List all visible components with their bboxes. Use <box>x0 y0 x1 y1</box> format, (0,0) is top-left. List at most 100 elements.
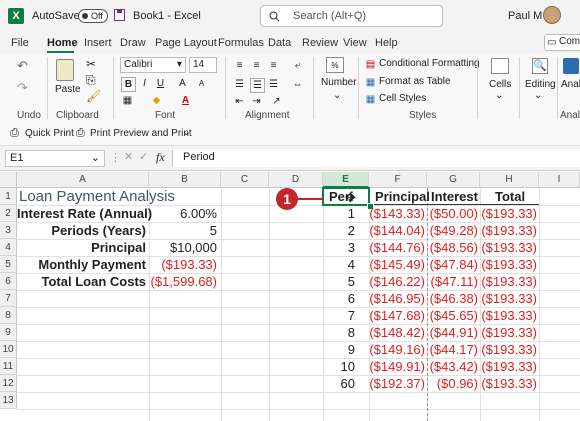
increase-indent-icon[interactable]: ⇥ <box>250 95 263 108</box>
redo-icon[interactable]: ↷ <box>17 80 28 96</box>
column-header-g[interactable]: G <box>427 172 480 188</box>
font-shrink-icon[interactable]: A <box>195 77 208 90</box>
search-placeholder: Search (Alt+Q) <box>293 10 367 22</box>
font-size-dropdown[interactable]: 14 <box>189 57 217 73</box>
format-as-table-button[interactable]: Format as Table <box>379 76 451 87</box>
row-header-10[interactable]: 10 <box>0 341 17 358</box>
chevron-down-icon[interactable]: ⌄ <box>182 127 190 138</box>
column-header-i[interactable]: I <box>539 172 580 188</box>
row-header-6[interactable]: 6 <box>0 273 17 290</box>
tab-view[interactable]: View <box>343 37 367 49</box>
tab-file[interactable]: File <box>11 37 29 49</box>
align-top-icon[interactable]: ≡ <box>233 59 246 72</box>
conditional-formatting-button[interactable]: Conditional Formatting <box>379 58 480 69</box>
autosave-toggle[interactable]: Off <box>78 9 108 23</box>
cells-button[interactable]: Cells <box>489 79 511 90</box>
align-right-icon[interactable]: ☰ <box>267 78 280 91</box>
column-header-f[interactable]: F <box>369 172 427 188</box>
number-label[interactable]: Number <box>321 77 357 88</box>
tab-draw[interactable]: Draw <box>120 37 146 49</box>
tab-help[interactable]: Help <box>375 37 398 49</box>
font-color-icon[interactable]: A <box>179 94 192 107</box>
table-cell-principal: ($147.68) <box>369 308 425 323</box>
row-header-8[interactable]: 8 <box>0 307 17 324</box>
table-cell-principal: ($148.42) <box>369 325 425 340</box>
group-clipboard-label: Clipboard <box>56 110 99 121</box>
column-header-e[interactable]: E <box>323 172 369 188</box>
tab-review[interactable]: Review <box>302 37 338 49</box>
tab-formulas[interactable]: Formulas <box>218 37 264 49</box>
table-cell-total: ($193.33) <box>481 359 537 374</box>
separator <box>477 57 478 119</box>
column-header-h[interactable]: H <box>480 172 539 188</box>
select-all-corner[interactable] <box>0 172 17 188</box>
column-header-a[interactable]: A <box>17 172 149 188</box>
editing-button[interactable]: Editing <box>525 79 556 90</box>
align-left-icon[interactable]: ☰ <box>233 78 246 91</box>
wrap-text-icon[interactable]: ⤶ <box>291 59 304 72</box>
tab-page-layout[interactable]: Page Layout <box>155 37 217 49</box>
column-header-c[interactable]: C <box>221 172 269 188</box>
row-header-13[interactable]: 13 <box>0 392 17 409</box>
search-box[interactable]: Search (Alt+Q) <box>260 5 443 27</box>
decrease-indent-icon[interactable]: ⇤ <box>233 95 246 108</box>
printer-icon: ⎙ <box>10 127 19 139</box>
comments-button[interactable]: ▭ Com <box>544 34 580 51</box>
row-header-1[interactable]: 1 <box>0 188 17 205</box>
print-preview-button[interactable]: Print Preview and Print <box>90 128 192 139</box>
editing-icon[interactable]: 🔍 <box>532 58 548 74</box>
cell-styles-button[interactable]: Cell Styles <box>379 93 426 104</box>
row-header-12[interactable]: 12 <box>0 375 17 392</box>
row-header-9[interactable]: 9 <box>0 324 17 341</box>
align-bottom-icon[interactable]: ≡ <box>267 59 280 72</box>
enter-icon[interactable]: ✓ <box>139 150 148 163</box>
cut-icon[interactable]: ✂ <box>86 57 96 71</box>
tab-data[interactable]: Data <box>268 37 291 49</box>
paste-label[interactable]: Paste <box>55 84 81 95</box>
align-center-icon[interactable]: ☰ <box>250 78 265 93</box>
merge-center-icon[interactable]: ⇔ <box>291 78 304 91</box>
formula-input[interactable]: Period <box>172 150 580 167</box>
row-header-11[interactable]: 11 <box>0 358 17 375</box>
insert-function-icon[interactable]: fx <box>156 150 165 165</box>
row-header-3[interactable]: 3 <box>0 222 17 239</box>
table-cell-interest: ($50.00) <box>429 206 478 221</box>
worksheet-grid[interactable]: A B C D E F G H I 1 2 3 4 5 6 7 8 9 10 1… <box>0 172 580 421</box>
font-grow-icon[interactable]: A <box>176 77 189 90</box>
save-icon[interactable] <box>114 9 125 21</box>
undo-icon[interactable]: ↶ <box>17 58 28 74</box>
avatar[interactable] <box>543 6 561 24</box>
callout-line <box>296 198 324 200</box>
chevron-down-icon: ⌄ <box>333 90 342 101</box>
cancel-icon[interactable]: ✕ <box>124 150 133 163</box>
table-cell-total: ($193.33) <box>481 206 537 221</box>
italic-button[interactable]: I <box>138 77 151 90</box>
name-box[interactable]: E1 ⌄ <box>5 150 105 167</box>
table-cell-total: ($193.33) <box>481 223 537 238</box>
fill-color-icon[interactable]: ◆ <box>150 94 163 107</box>
formula-content: Period <box>183 151 215 163</box>
cells-icon[interactable] <box>491 58 509 74</box>
bold-button[interactable]: B <box>121 77 136 92</box>
align-middle-icon[interactable]: ≡ <box>250 59 263 72</box>
row-header-5[interactable]: 5 <box>0 256 17 273</box>
analyze-data-icon[interactable] <box>563 58 579 74</box>
tab-home[interactable]: Home <box>47 37 78 49</box>
borders-icon[interactable]: ▦ <box>121 94 134 107</box>
analyze-button[interactable]: Anal <box>561 79 580 90</box>
chevron-down-icon: ⌄ <box>495 90 504 101</box>
paste-icon[interactable] <box>56 59 74 81</box>
underline-button[interactable]: U <box>154 77 167 90</box>
tab-insert[interactable]: Insert <box>84 37 112 49</box>
row-header-7[interactable]: 7 <box>0 290 17 307</box>
column-header-d[interactable]: D <box>269 172 323 188</box>
row-header-4[interactable]: 4 <box>0 239 17 256</box>
font-name-dropdown[interactable]: Calibri ▾ <box>120 57 186 73</box>
number-format-icon[interactable]: % <box>326 57 344 73</box>
quick-print-button[interactable]: Quick Print <box>25 128 74 139</box>
copy-icon[interactable]: ⎘ <box>86 73 96 88</box>
row-header-2[interactable]: 2 <box>0 205 17 222</box>
column-header-b[interactable]: B <box>149 172 221 188</box>
format-painter-icon[interactable]: 🖌 <box>86 89 101 103</box>
orientation-icon[interactable]: ↗ <box>270 95 283 108</box>
